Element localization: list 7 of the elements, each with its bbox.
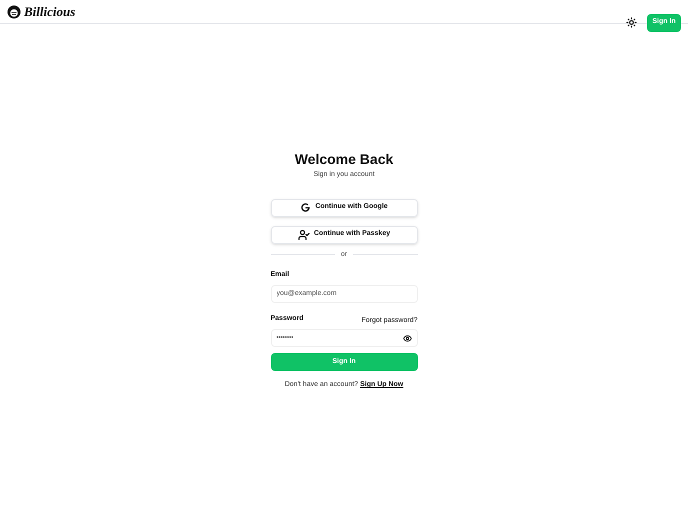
show-password-icon[interactable]	[402, 334, 412, 342]
google-icon	[300, 202, 312, 213]
theme-toggle-icon[interactable]	[626, 17, 637, 28]
page-title: Welcome Back	[294, 150, 394, 168]
brand-name: Billicious	[24, 2, 76, 21]
user-icon	[298, 228, 310, 240]
logo-icon	[7, 4, 21, 18]
